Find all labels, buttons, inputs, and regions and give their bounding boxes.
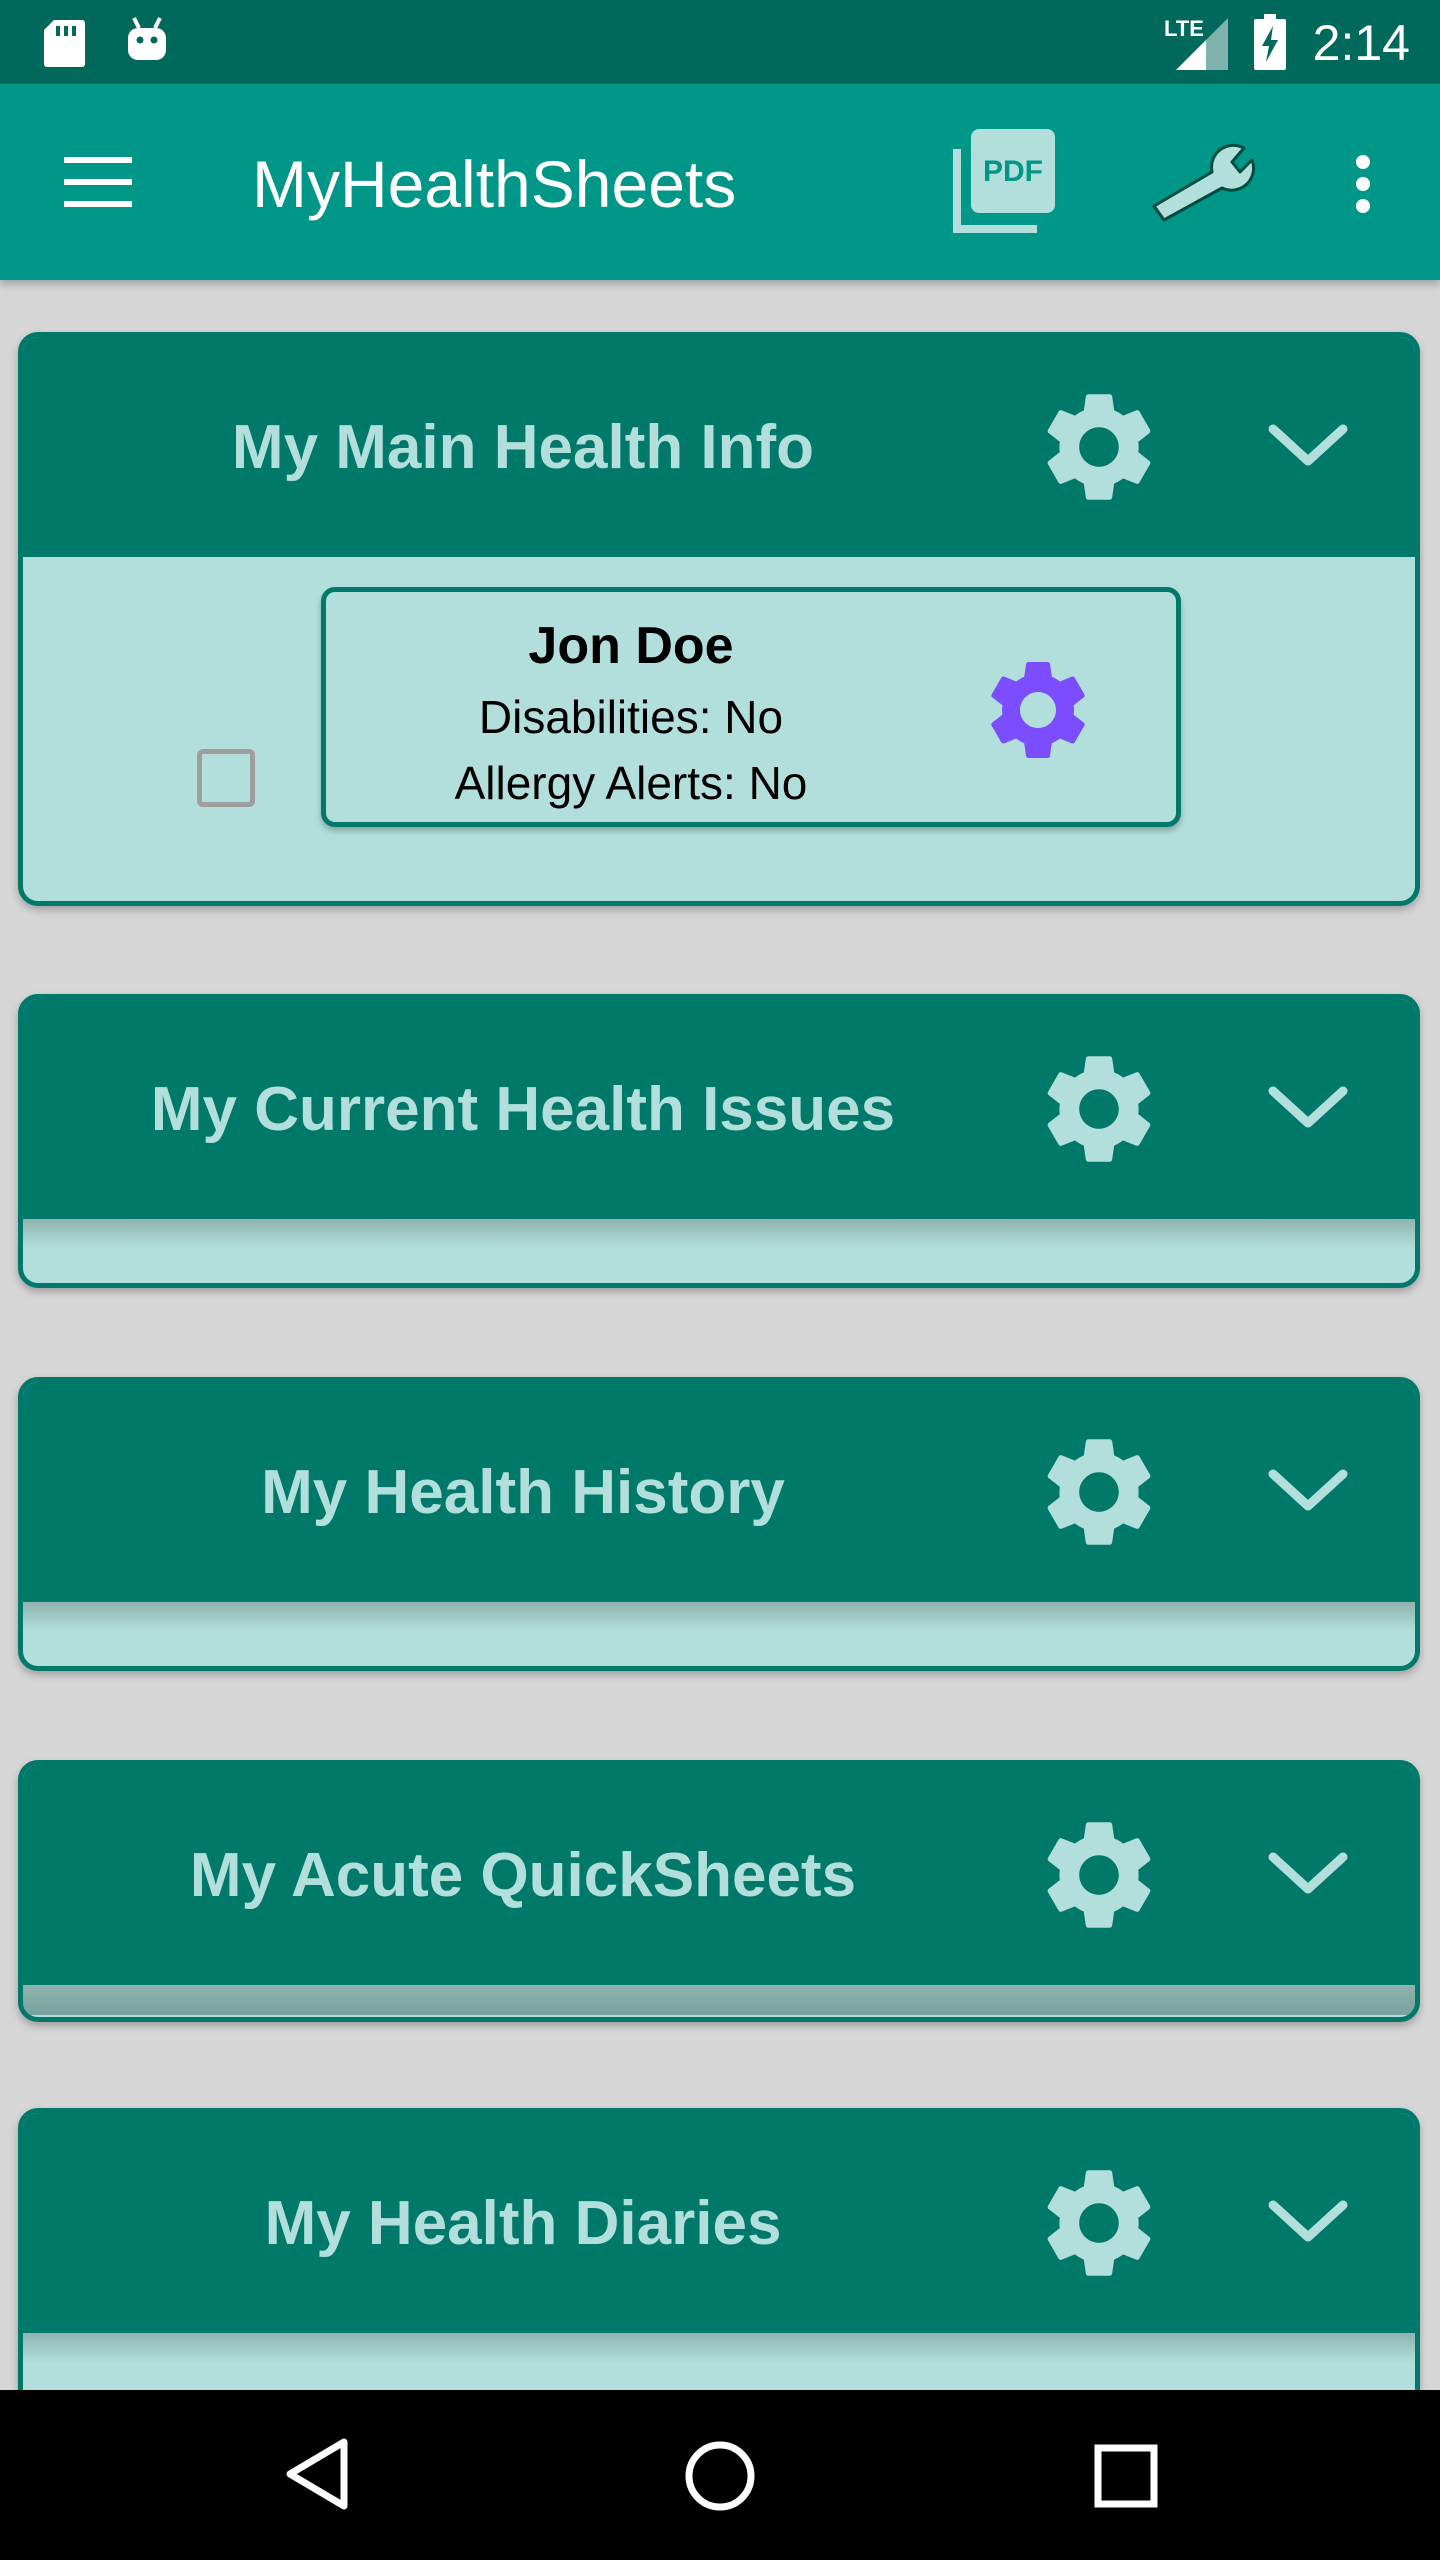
status-bar: LTE 2:14 — [0, 0, 1440, 84]
more-vert-icon — [1356, 155, 1370, 213]
signal-icon — [1176, 18, 1228, 70]
clock: 2:14 — [1312, 15, 1410, 71]
app-toolbar: MyHealthSheets PDF — [0, 84, 1440, 280]
pdf-label: PDF — [983, 155, 1043, 188]
gear-icon[interactable] — [1033, 1043, 1165, 1175]
gear-icon[interactable] — [1033, 381, 1165, 513]
section-title: My Health History — [261, 1457, 785, 1527]
section-header[interactable]: My Health Diaries — [23, 2113, 1415, 2333]
gear-icon[interactable] — [1033, 2157, 1165, 2289]
patient-card[interactable]: Jon Doe Disabilities: No Allergy Alerts:… — [321, 587, 1181, 827]
android-icon — [128, 17, 166, 60]
gear-icon[interactable] — [1033, 1809, 1165, 1941]
home-icon[interactable] — [684, 2440, 756, 2512]
chevron-down-icon[interactable] — [1263, 1452, 1353, 1532]
patient-settings-gear-icon[interactable] — [978, 650, 1098, 770]
pdf-icon: PDF — [953, 129, 1055, 233]
section-main-health-info: My Main Health Info Jon Doe Disabilities… — [18, 332, 1420, 906]
system-nav-bar — [0, 2390, 1440, 2560]
overflow-menu-button[interactable] — [1328, 136, 1398, 232]
section-acute-quicksheets: My Acute QuickSheets — [18, 1760, 1420, 2022]
section-current-health-issues: My Current Health Issues — [18, 994, 1420, 1288]
section-health-diaries: My Health Diaries — [18, 2108, 1420, 2390]
sd-card-icon — [44, 20, 85, 67]
pdf-export-button[interactable]: PDF — [944, 124, 1064, 240]
chevron-down-icon[interactable] — [1263, 2183, 1353, 2263]
wrench-icon — [1152, 143, 1256, 222]
sections-list: My Main Health Info Jon Doe Disabilities… — [0, 280, 1440, 2390]
chevron-down-icon[interactable] — [1263, 1069, 1353, 1149]
section-title: My Current Health Issues — [150, 1074, 896, 1144]
gear-icon[interactable] — [1033, 1426, 1165, 1558]
section-divider — [23, 1602, 1415, 1632]
section-title: My Health Diaries — [264, 2188, 782, 2258]
chevron-down-icon[interactable] — [1263, 1835, 1353, 1915]
patient-name: Jon Doe — [528, 617, 734, 675]
section-divider — [23, 1985, 1415, 2015]
battery-charging-icon — [1254, 14, 1286, 70]
app-title: MyHealthSheets — [252, 147, 737, 221]
section-header[interactable]: My Main Health Info — [23, 337, 1415, 557]
section-header[interactable]: My Acute QuickSheets — [23, 1765, 1415, 1985]
menu-button[interactable] — [40, 136, 156, 228]
chevron-down-icon[interactable] — [1263, 407, 1353, 487]
allergy-alerts-text: Allergy Alerts: No — [454, 757, 808, 809]
tools-button[interactable] — [1144, 132, 1260, 232]
recents-icon[interactable] — [1094, 2444, 1158, 2508]
back-icon[interactable] — [282, 2436, 352, 2512]
section-divider — [23, 2333, 1415, 2363]
section-health-history: My Health History — [18, 1377, 1420, 1671]
section-title: My Acute QuickSheets — [189, 1840, 857, 1910]
section-header[interactable]: My Health History — [23, 1382, 1415, 1602]
select-checkbox[interactable] — [197, 749, 255, 807]
section-title: My Main Health Info — [231, 412, 815, 482]
section-divider — [23, 1219, 1415, 1249]
disabilities-text: Disabilities: No — [478, 691, 784, 743]
section-header[interactable]: My Current Health Issues — [23, 999, 1415, 1219]
menu-icon — [64, 157, 132, 207]
